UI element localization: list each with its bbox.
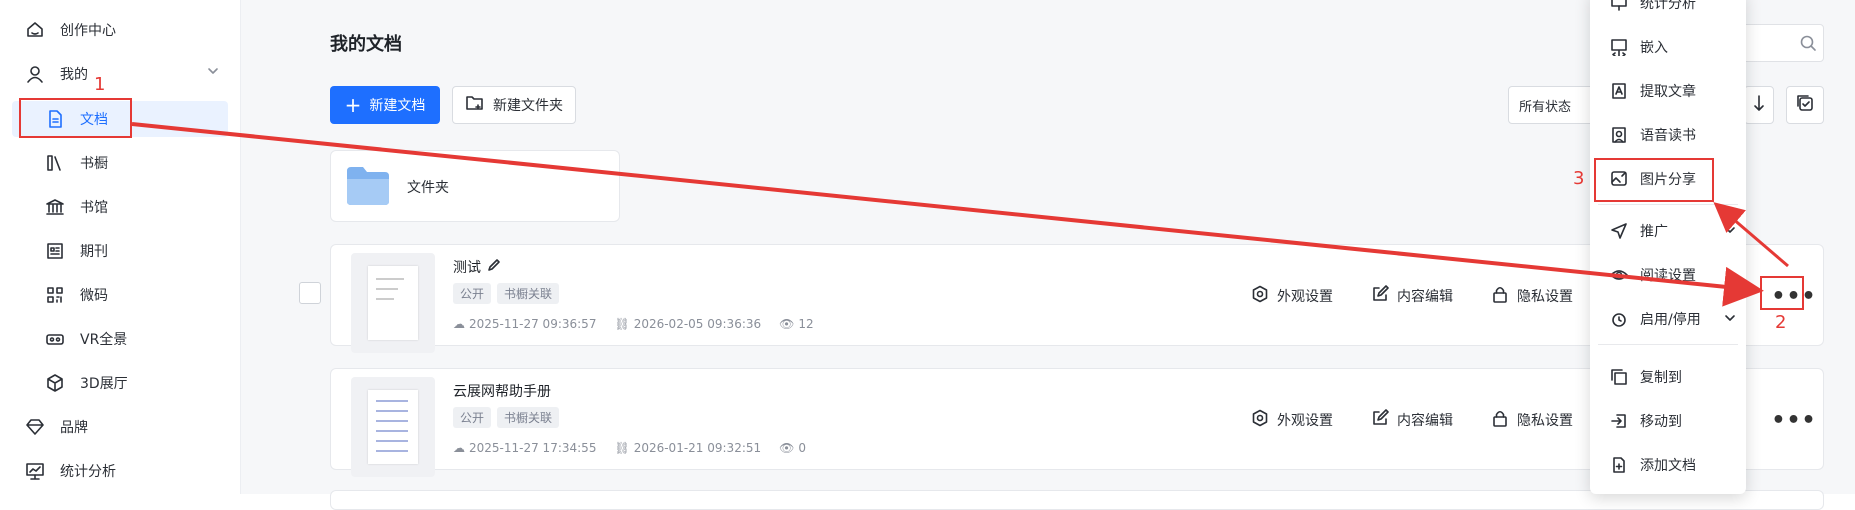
annotation-arrow-2-to-3 (1713, 202, 1789, 268)
annotation-arrow-1-to-2 (131, 122, 1764, 307)
annotation-arrows (131, 122, 1789, 307)
